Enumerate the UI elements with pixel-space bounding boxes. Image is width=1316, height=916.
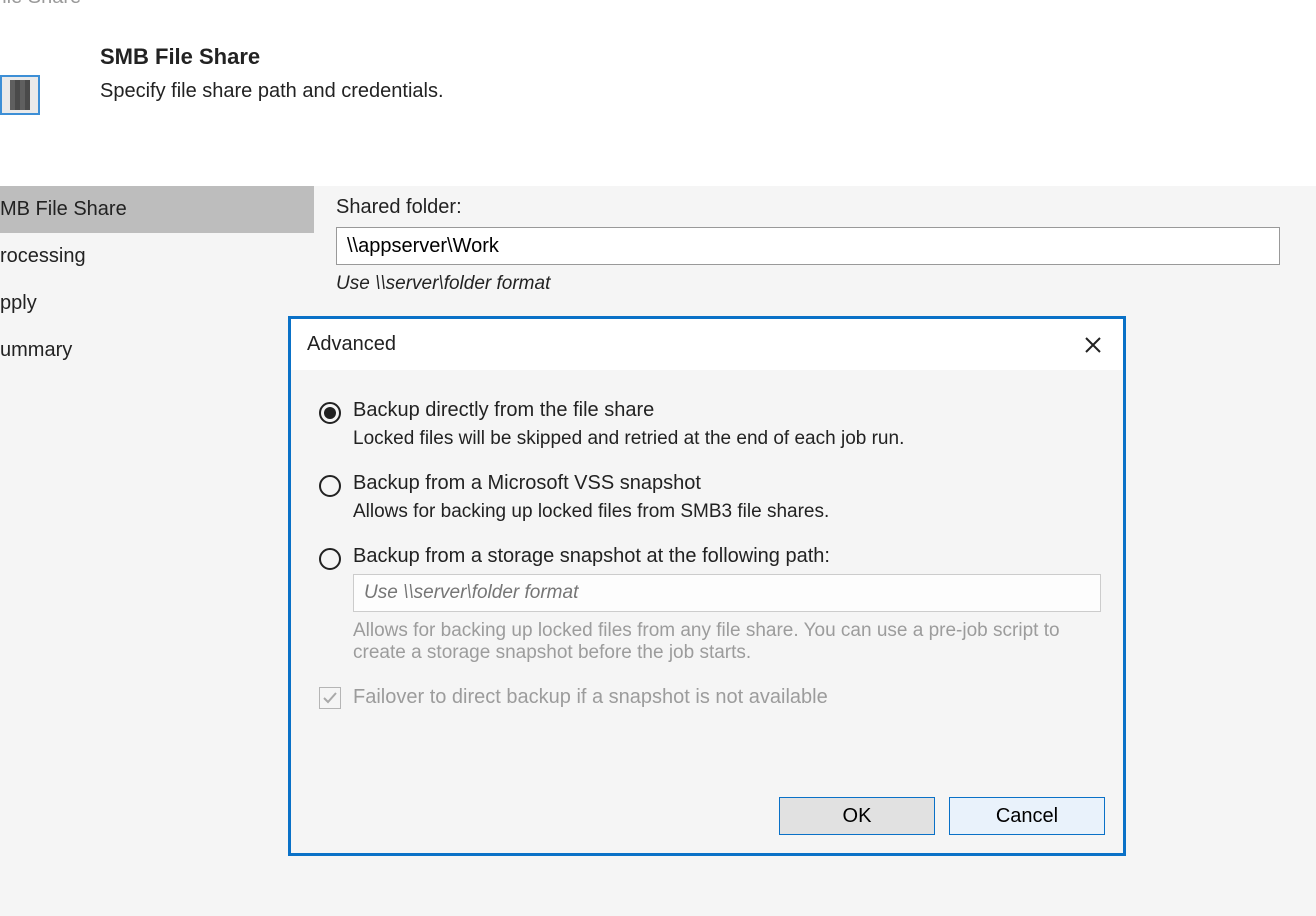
- sidebar-item-smb-file-share[interactable]: MB File Share: [0, 186, 314, 233]
- radio-backup-vss[interactable]: [319, 475, 341, 497]
- ok-button[interactable]: OK: [779, 797, 935, 835]
- radio-backup-vss-desc: Allows for backing up locked files from …: [353, 501, 1095, 523]
- dialog-title: Advanced: [307, 333, 396, 356]
- failover-checkbox: [319, 687, 341, 709]
- radio-backup-storage-snapshot-desc: Allows for backing up locked files from …: [353, 620, 1095, 664]
- page-title: SMB File Share: [100, 44, 444, 70]
- shared-folder-hint: Use \\server\folder format: [336, 273, 1296, 295]
- wizard-steps-sidebar: MB File Share rocessing pply ummary: [0, 186, 314, 916]
- sidebar-item-processing[interactable]: rocessing: [0, 233, 314, 280]
- radio-backup-direct-label: Backup directly from the file share: [353, 399, 654, 422]
- close-button[interactable]: [1079, 331, 1107, 359]
- sidebar-item-apply[interactable]: pply: [0, 280, 314, 327]
- wizard-icon: [0, 75, 40, 115]
- close-icon: [1084, 336, 1102, 354]
- shared-folder-input[interactable]: [336, 227, 1280, 265]
- radio-backup-direct[interactable]: [319, 402, 341, 424]
- radio-backup-storage-snapshot[interactable]: [319, 548, 341, 570]
- server-icon: [10, 80, 30, 110]
- sidebar-item-summary[interactable]: ummary: [0, 327, 314, 374]
- radio-backup-vss-label: Backup from a Microsoft VSS snapshot: [353, 472, 701, 495]
- snapshot-path-input: [353, 574, 1101, 612]
- radio-backup-storage-snapshot-label: Backup from a storage snapshot at the fo…: [353, 545, 830, 568]
- failover-checkbox-label: Failover to direct backup if a snapshot …: [353, 686, 828, 709]
- advanced-dialog: Advanced Backup directly from the file s…: [288, 316, 1126, 856]
- check-icon: [322, 690, 338, 706]
- page-subtitle: Specify file share path and credentials.: [100, 80, 444, 103]
- radio-backup-direct-desc: Locked files will be skipped and retried…: [353, 428, 1095, 450]
- parent-window-title: w File Share: [0, 0, 81, 9]
- cancel-button[interactable]: Cancel: [949, 797, 1105, 835]
- dialog-titlebar: Advanced: [291, 319, 1123, 371]
- shared-folder-label: Shared folder:: [336, 196, 1296, 219]
